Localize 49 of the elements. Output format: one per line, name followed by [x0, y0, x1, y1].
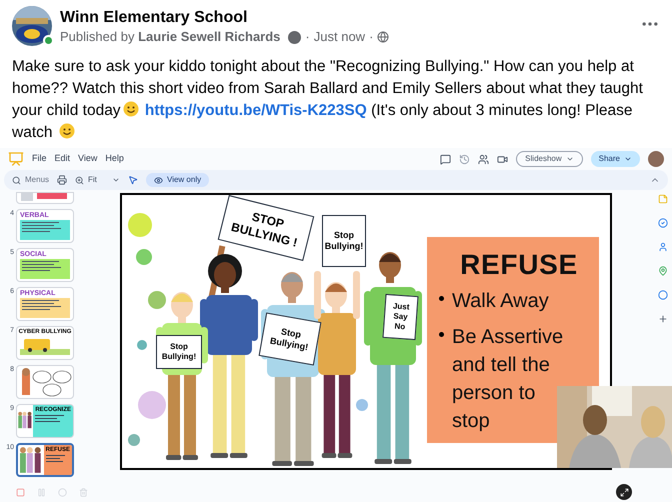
expand-icon [620, 488, 628, 496]
caret-icon [112, 176, 120, 184]
smiley-icon [122, 101, 139, 117]
smiley-icon [58, 123, 75, 139]
menu-item[interactable]: Help [105, 152, 124, 166]
help-icon[interactable] [288, 30, 302, 44]
publisher-text: Published by Laurie Sewell Richards [60, 28, 280, 46]
add-icon[interactable] [658, 314, 668, 324]
video-link[interactable]: https://youtu.be/WTis-K223SQ [144, 102, 367, 119]
cursor-icon[interactable] [128, 175, 138, 185]
camera-icon[interactable] [497, 154, 508, 164]
share-button[interactable]: Share [590, 151, 640, 167]
map-pin-icon[interactable] [658, 266, 668, 276]
people-icon[interactable] [478, 154, 490, 164]
zoom-control[interactable]: Fit [75, 174, 120, 186]
bullet-text: Be Assertive and tell the person to stop [452, 325, 564, 434]
person-icon[interactable] [658, 242, 668, 252]
timestamp[interactable]: Just now [314, 28, 366, 46]
menu-item[interactable]: View [78, 152, 98, 166]
zoom-icon [75, 176, 84, 184]
menu-item[interactable]: File [32, 152, 47, 166]
menus-search-field[interactable]: Menus [12, 174, 50, 186]
bullet-text: Walk Away [452, 289, 550, 314]
check-icon[interactable] [658, 218, 668, 228]
slide-thumbnail[interactable] [16, 192, 74, 204]
globe-icon [377, 31, 390, 43]
print-icon[interactable] [57, 175, 68, 185]
caret-icon [624, 155, 632, 163]
caret-icon [566, 155, 574, 163]
slides-logo-icon [8, 151, 24, 167]
page-name[interactable]: Winn Elementary School [60, 8, 640, 28]
protest-sign: Stop Bullying! [322, 215, 366, 267]
post-message: Make sure to ask your kiddo tonight about the "Recognizing Bullying." How can you help at home?? Watch this short video from Sarah Ballard and Emily Sellers about what they taught your child today https://youtu.be/WTis-K223SQ (It's only about 3 minutes long! Please watch [11, 57, 644, 143]
menu-item[interactable]: Edit [54, 152, 70, 166]
slide-heading: REFUSE [460, 251, 578, 279]
separator: · [369, 28, 374, 46]
separator: · [305, 28, 310, 46]
history-icon[interactable] [459, 154, 470, 164]
eye-icon [154, 176, 164, 184]
expand-button[interactable] [616, 484, 632, 500]
comment-icon[interactable] [440, 154, 452, 164]
account-avatar[interactable] [648, 151, 664, 167]
view-only-button[interactable]: View only [146, 173, 210, 187]
stop-icon[interactable] [16, 488, 25, 496]
slideshow-button[interactable]: Slideshow [516, 151, 583, 167]
circle-icon[interactable] [658, 290, 668, 300]
search-icon [12, 176, 21, 184]
slide-thumbnail[interactable] [16, 365, 74, 399]
protest-sign: Stop Bullying! [156, 335, 202, 369]
